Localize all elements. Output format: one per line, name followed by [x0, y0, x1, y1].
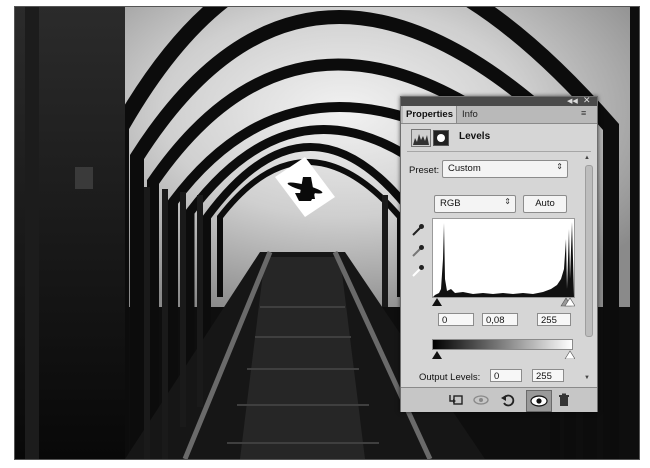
output-black-handle[interactable] [432, 351, 442, 359]
eye-glyph [530, 395, 548, 407]
levels-histogram-glyph [413, 134, 429, 145]
histogram-graph [433, 222, 574, 297]
levels-icon[interactable] [411, 129, 431, 147]
output-levels-slider[interactable] [432, 350, 575, 359]
preset-label: Preset: [409, 165, 440, 176]
trash-icon[interactable] [556, 392, 572, 408]
adjustment-title: Levels [459, 131, 491, 142]
output-gradient-bar [432, 339, 573, 350]
input-black-handle[interactable] [432, 298, 442, 306]
adjustment-header: Levels [409, 127, 589, 147]
output-white-handle[interactable] [564, 350, 575, 359]
scrollbar-thumb[interactable] [585, 165, 593, 337]
panel-menu-icon[interactable]: ≡ [581, 108, 586, 118]
reset-icon[interactable] [500, 392, 516, 408]
visibility-eye-icon[interactable] [526, 390, 552, 412]
preset-value: Custom [448, 163, 481, 174]
scroll-down-arrow-icon[interactable]: ▼ [584, 375, 590, 381]
preset-dropdown[interactable]: Custom ⇕ [442, 160, 568, 178]
view-previous-icon[interactable] [473, 392, 489, 408]
output-levels-label: Output Levels: [419, 372, 481, 383]
updown-arrows-icon: ⇕ [504, 197, 511, 206]
output-white-field[interactable]: 255 [532, 369, 564, 382]
gray-point-eyedropper-icon[interactable] [411, 244, 425, 258]
auto-button[interactable]: Auto [523, 195, 567, 213]
channel-value: RGB [440, 198, 461, 209]
close-icon[interactable]: ✕ [583, 96, 591, 105]
tab-info[interactable]: Info [459, 106, 481, 123]
input-midtone-field[interactable]: 0,08 [482, 313, 518, 326]
tab-properties[interactable]: Properties [403, 106, 457, 123]
panel-title-bar[interactable]: ◀◀ ✕ [401, 96, 597, 106]
panel-tabs: Properties Info ≡ [401, 106, 597, 124]
input-black-field[interactable]: 0 [438, 313, 474, 326]
clip-to-layer-icon[interactable] [448, 392, 464, 408]
channel-dropdown[interactable]: RGB ⇕ [434, 195, 516, 213]
input-levels-slider[interactable] [432, 296, 575, 308]
panel-bottom-toolbar [401, 387, 597, 412]
updown-arrows-icon: ⇕ [556, 162, 563, 171]
divider [407, 151, 591, 152]
panel-scrollbar[interactable]: ▲ ▼ [584, 155, 593, 383]
properties-panel: ◀◀ ✕ Properties Info ≡ Levels Preset: Cu… [400, 96, 598, 412]
double-chevron-left-icon[interactable]: ◀◀ [567, 97, 578, 106]
layer-mask-icon[interactable] [433, 130, 449, 146]
histogram [432, 218, 575, 298]
output-black-field[interactable]: 0 [490, 369, 522, 382]
scroll-up-arrow-icon[interactable]: ▲ [584, 155, 590, 161]
white-point-eyedropper-icon[interactable] [411, 264, 425, 278]
black-point-eyedropper-icon[interactable] [411, 223, 425, 237]
input-white-field[interactable]: 255 [537, 313, 571, 326]
